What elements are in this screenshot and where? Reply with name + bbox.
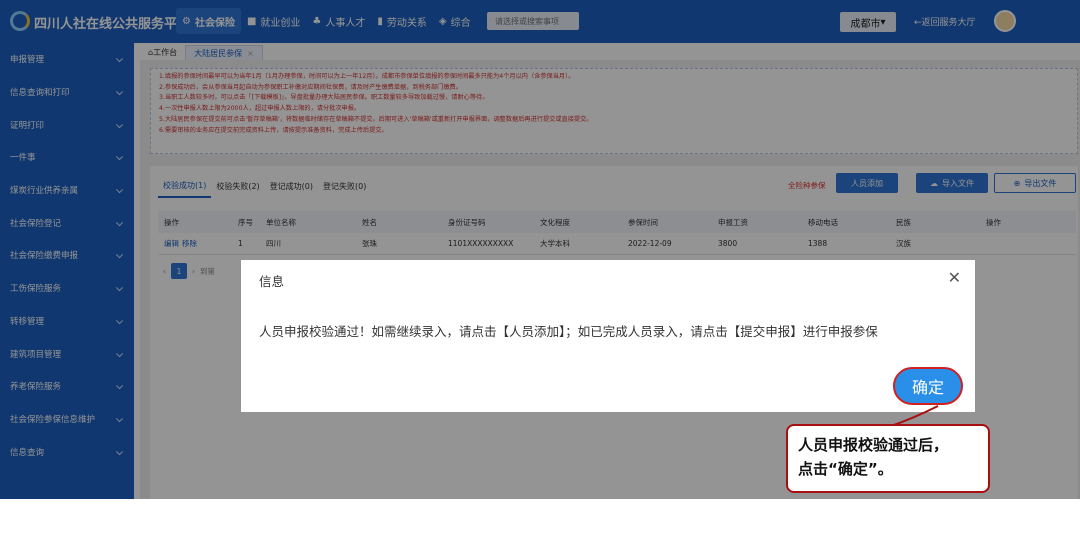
app-window: 四川人社在线公共服务平台 ⚙ 社会保险 ■ 就业创业 ♣ 人事人才 ▮ 劳动关系… [0,0,1080,539]
callout-line: 点击“确定”。 [798,460,893,478]
callout-line: 人员申报校验通过后， [798,436,949,454]
instruction-callout: 人员申报校验通过后， 点击“确定”。 [786,424,990,493]
page-bottom-margin [0,499,1080,539]
